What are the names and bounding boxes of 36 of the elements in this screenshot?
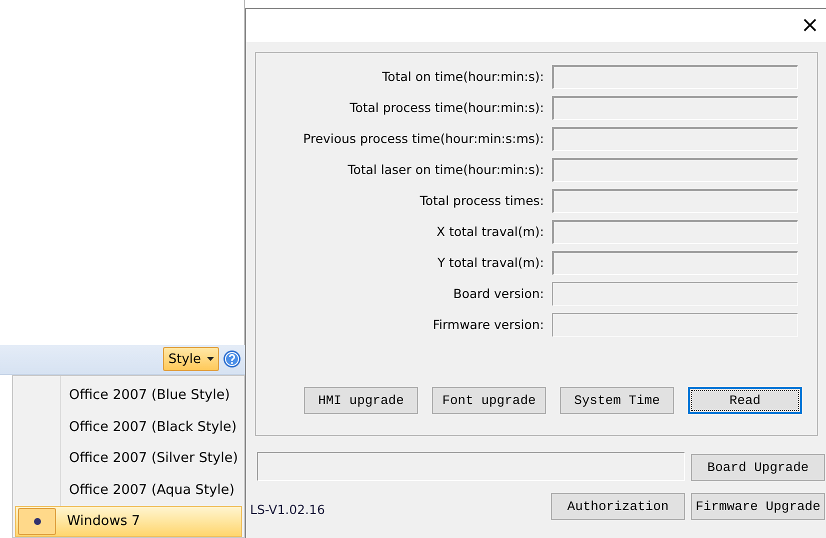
field-label: Firmware version:: [432, 316, 544, 334]
menu-item[interactable]: Office 2007 (Silver Style): [13, 442, 244, 474]
menu-item[interactable]: Office 2007 (Blue Style): [13, 380, 244, 411]
action-button[interactable]: HMI upgrade: [304, 387, 418, 414]
field-label: Total on time(hour:min:s):: [381, 68, 544, 86]
readonly-field[interactable]: [552, 65, 798, 89]
readonly-field[interactable]: [552, 189, 798, 213]
help-icon[interactable]: [223, 350, 241, 368]
readonly-field[interactable]: [552, 96, 798, 120]
board-upgrade-button[interactable]: Board Upgrade: [691, 454, 825, 481]
action-button[interactable]: Read: [688, 387, 802, 414]
field-label: Total process time(hour:min:s):: [348, 99, 544, 117]
readonly-field[interactable]: [552, 158, 798, 182]
readonly-field[interactable]: [552, 313, 798, 337]
action-button[interactable]: Font upgrade: [432, 387, 546, 414]
field-label: Previous process time(hour:min:s:ms):: [302, 130, 544, 148]
firmware-upgrade-button[interactable]: Firmware Upgrade: [691, 493, 825, 520]
close-button[interactable]: ×: [796, 14, 824, 36]
menu-item[interactable]: Office 2007 (Black Style): [13, 411, 244, 442]
menu-item[interactable]: Windows 7: [15, 506, 242, 537]
action-button[interactable]: System Time: [560, 387, 674, 414]
readonly-field[interactable]: [552, 251, 798, 275]
version-label: LS-V1.02.16: [250, 502, 325, 519]
field-label: Total laser on time(hour:min:s):: [346, 161, 544, 179]
field-label: X total traval(m):: [436, 223, 544, 241]
readonly-field[interactable]: [552, 282, 798, 306]
field-label: Board version:: [452, 285, 544, 303]
authorization-button[interactable]: Authorization: [551, 493, 685, 520]
menu-item[interactable]: Office 2007 (Aqua Style): [13, 474, 244, 506]
field-label: Total process times:: [418, 192, 544, 210]
style-dropdown-button[interactable]: Style: [163, 347, 219, 372]
readonly-field[interactable]: [552, 220, 798, 244]
readonly-field[interactable]: [552, 127, 798, 151]
caret-icon: [207, 357, 214, 362]
radio-dot-icon: [34, 518, 40, 525]
field-label: Y total traval(m):: [436, 254, 544, 272]
